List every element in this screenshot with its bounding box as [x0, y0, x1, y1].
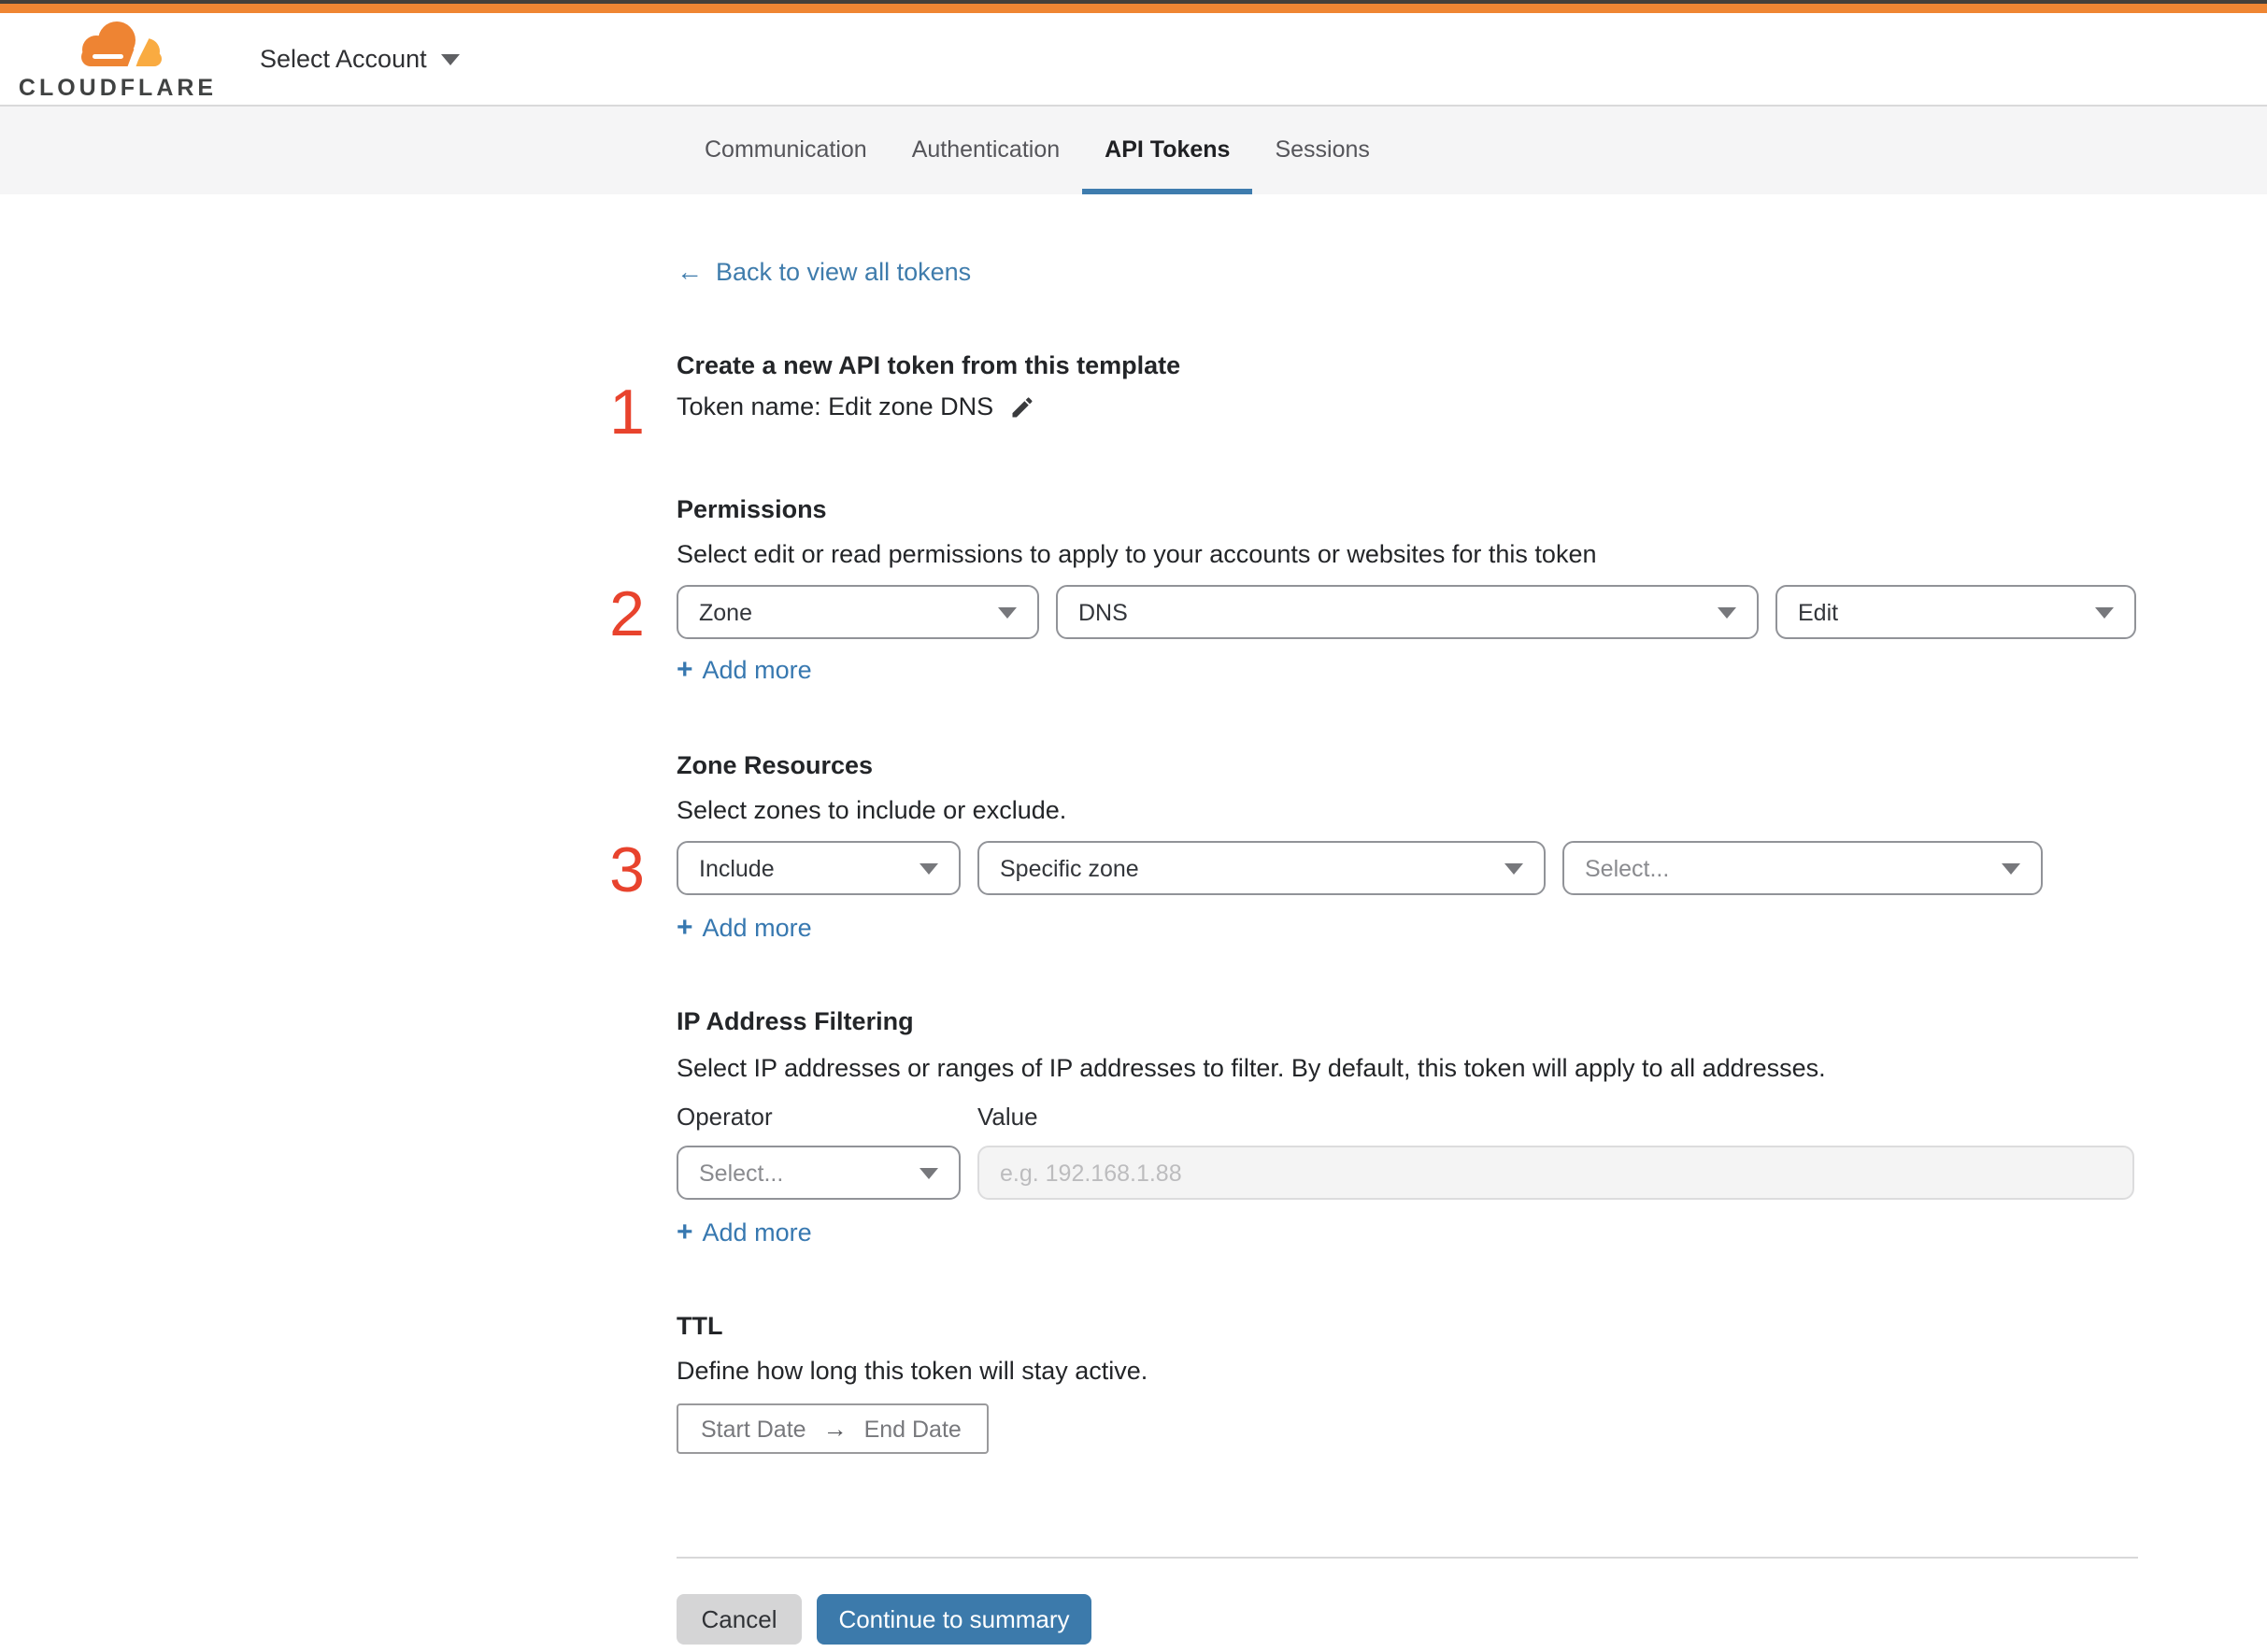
end-date-placeholder: End Date: [863, 1416, 962, 1442]
token-name-text: Token name: Edit zone DNS: [677, 392, 994, 420]
zone-picker-select[interactable]: Select...: [1562, 841, 2043, 895]
permissions-heading: Permissions: [677, 495, 827, 523]
chevron-down-icon: [998, 606, 1017, 618]
ip-filtering-description: Select IP addresses or ranges of IP addr…: [677, 1054, 1826, 1082]
chevron-down-icon: [920, 862, 938, 874]
add-more-label: Add more: [702, 656, 812, 684]
ip-value-input[interactable]: [977, 1146, 2134, 1200]
zone-resources-heading: Zone Resources: [677, 751, 874, 779]
permission-scope-select[interactable]: Zone: [677, 585, 1039, 639]
cloudflare-logo: CLOUDFLARE: [19, 17, 213, 101]
select-value: Zone: [699, 599, 752, 625]
select-placeholder: Select...: [699, 1160, 784, 1186]
step-number-2: 2: [609, 579, 645, 650]
ip-operator-select[interactable]: Select...: [677, 1146, 961, 1200]
cancel-button[interactable]: Cancel: [677, 1594, 802, 1645]
select-value: Specific zone: [1000, 855, 1139, 881]
plus-icon: +: [677, 912, 693, 944]
cloudflare-cloud-icon: [81, 21, 162, 73]
permission-access-select[interactable]: Edit: [1775, 585, 2136, 639]
permissions-description: Select edit or read permissions to apply…: [677, 540, 1597, 568]
permission-group-select[interactable]: DNS: [1056, 585, 1759, 639]
ip-filtering-heading: IP Address Filtering: [677, 1007, 914, 1035]
add-more-label: Add more: [702, 914, 812, 942]
select-value: DNS: [1078, 599, 1128, 625]
back-link-label: Back to view all tokens: [716, 258, 972, 286]
add-more-label: Add more: [702, 1218, 812, 1246]
chevron-down-icon: [920, 1167, 938, 1178]
chevron-down-icon: [2002, 862, 2020, 874]
add-more-zones-link[interactable]: + Add more: [677, 914, 812, 942]
select-value: Include: [699, 855, 775, 881]
operator-label: Operator: [677, 1103, 773, 1131]
cloudflare-logo-text: CLOUDFLARE: [18, 75, 218, 101]
plus-icon: +: [677, 1217, 693, 1248]
add-more-ip-link[interactable]: + Add more: [677, 1218, 812, 1246]
back-to-tokens-link[interactable]: ← Back to view all tokens: [677, 256, 972, 286]
step-number-1: 1: [609, 377, 645, 449]
add-more-permissions-link[interactable]: + Add more: [677, 656, 812, 684]
chevron-down-icon: [441, 53, 461, 64]
select-value: Edit: [1798, 599, 1839, 625]
start-date-placeholder: Start Date: [701, 1416, 806, 1442]
back-arrow-icon: ←: [677, 256, 703, 286]
page: CLOUDFLARE Select Account Communication …: [0, 0, 2267, 1652]
edit-pencil-icon[interactable]: [1008, 393, 1034, 420]
ttl-date-range-picker[interactable]: Start Date → End Date: [677, 1403, 989, 1454]
plus-icon: +: [677, 654, 693, 686]
ttl-description: Define how long this token will stay act…: [677, 1357, 1148, 1385]
arrow-right-icon: →: [822, 1415, 848, 1443]
account-selector-label: Select Account: [260, 45, 427, 73]
step-number-3: 3: [609, 835, 645, 906]
token-name-line: Token name: Edit zone DNS: [677, 392, 1034, 420]
page-title: Create a new API token from this templat…: [677, 351, 1181, 379]
chevron-down-icon: [1718, 606, 1736, 618]
account-selector[interactable]: Select Account: [260, 45, 461, 73]
value-label: Value: [977, 1103, 1038, 1131]
footer-divider: [677, 1557, 2138, 1559]
ttl-heading: TTL: [677, 1312, 723, 1340]
zone-include-select[interactable]: Include: [677, 841, 961, 895]
continue-to-summary-button[interactable]: Continue to summary: [817, 1594, 1091, 1645]
zone-type-select[interactable]: Specific zone: [977, 841, 1546, 895]
main-content: ← Back to view all tokens Create a new A…: [609, 0, 2138, 1652]
chevron-down-icon: [2095, 606, 2114, 618]
select-placeholder: Select...: [1585, 855, 1670, 881]
chevron-down-icon: [1504, 862, 1523, 874]
zone-resources-description: Select zones to include or exclude.: [677, 796, 1067, 824]
